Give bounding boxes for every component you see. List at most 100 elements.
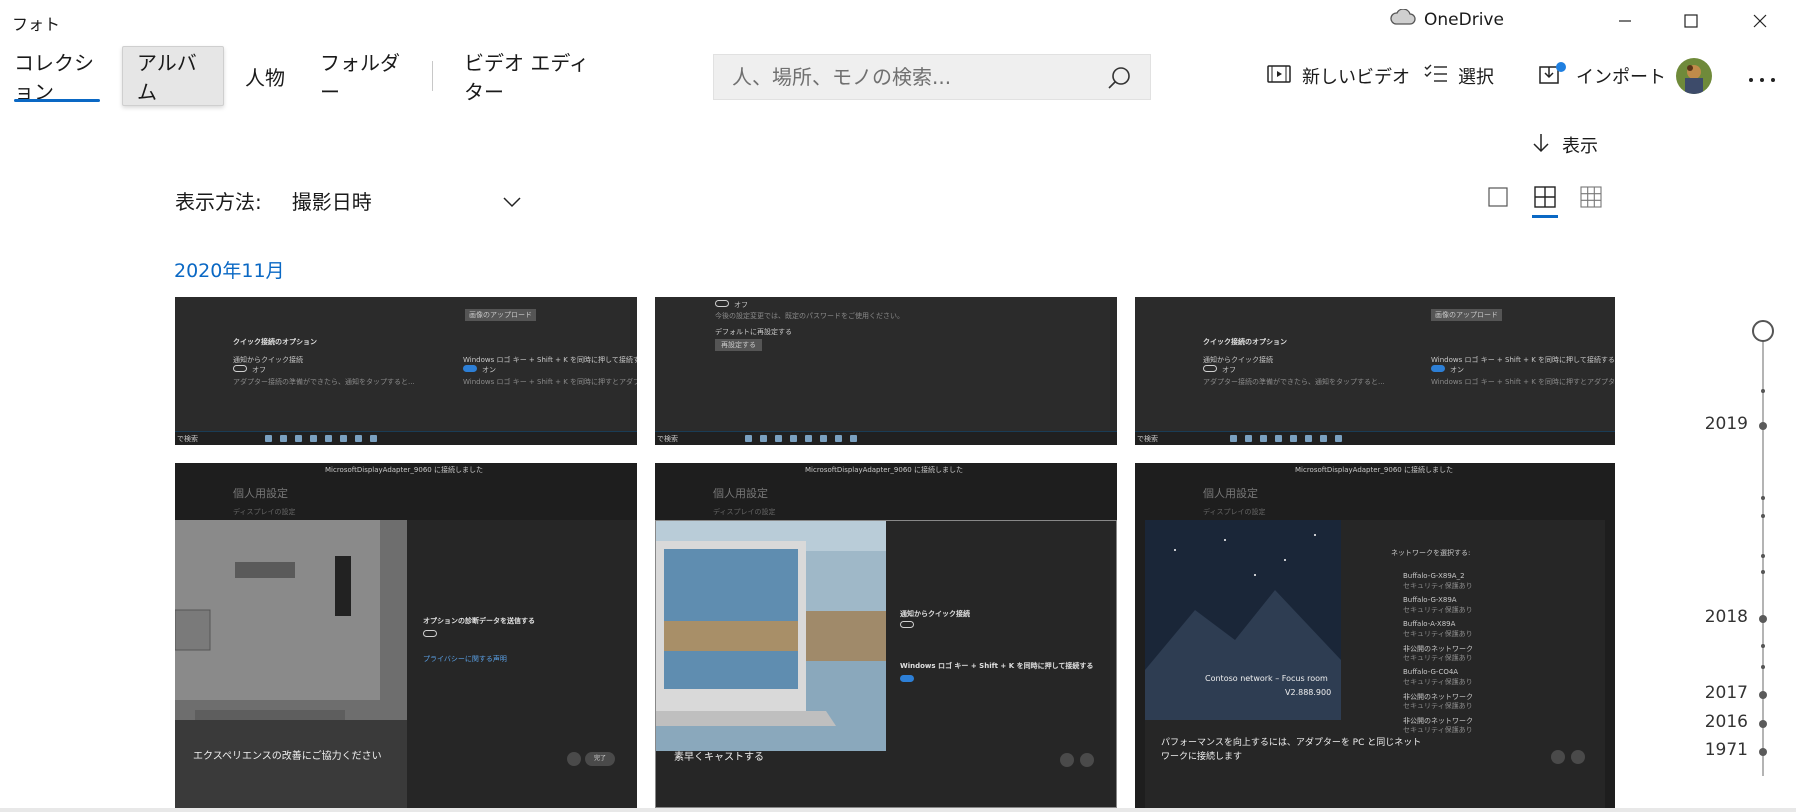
winkey-desc: Windows ロゴ キー + Shift + K を同時に押すとアダプターに接… [463,378,637,386]
onedrive-label: OneDrive [1424,9,1504,30]
photo-thumbnail[interactable]: MicrosoftDisplayAdapter_9060 に接続しました 個人用… [1135,463,1615,808]
notify-desc: アダプター接続の準備ができたら、通知をタップすると... [1203,378,1385,386]
timeline-tick [1761,644,1765,648]
select-button[interactable]: 選択 [1424,54,1494,98]
tab-collection[interactable]: コレクション [0,46,114,106]
bottom-edge [0,808,1796,812]
tab-album[interactable]: アルバム [122,46,224,106]
reset-desc: 今後の設定変更では、既定のパスワードをご使用ください。 [715,312,904,320]
prev-page-icon [1060,753,1074,767]
timeline-scrubber[interactable]: 2019 2018 2017 2016 1971 [1700,320,1796,780]
new-video-button[interactable]: 新しいビデオ [1266,54,1410,98]
monitor-back-image [175,520,407,808]
maximize-icon [1684,13,1698,32]
select-label: 選択 [1458,67,1494,88]
toggle-switch [715,300,729,307]
arrow-down-icon [1532,133,1550,158]
connected-banner: MicrosoftDisplayAdapter_9060 に接続しました [325,466,483,474]
tab-video-editor[interactable]: ビデオ エディター [450,46,610,106]
network-item-sub: セキュリティ保護あり [1403,582,1473,590]
privacy-link: プライバシーに関する声明 [423,655,507,663]
timeline-tick [1761,554,1765,558]
timeline-year-2017[interactable]: 2017 [1705,683,1748,703]
close-button[interactable] [1737,6,1783,38]
toggle-switch [463,365,477,372]
timeline-dot[interactable] [1759,720,1767,728]
display-settings: ディスプレイの設定 [1203,508,1266,516]
setup-dialog: エクスペリエンスの改善にご協力ください オプションの診断データを送信する オプシ… [175,520,637,808]
toggle-off-label: オフ [1222,366,1236,374]
timeline-tick [1761,570,1765,574]
reset-button-label: 再設定する [715,339,762,351]
network-item-sub: セキュリティ保護あり [1403,702,1473,710]
view-single-button[interactable] [1481,180,1515,218]
tab-label: 人物 [245,65,285,90]
photo-thumbnail[interactable]: 画像のアップロード クイック接続のオプション 通知からクイック接続 オフ アダプ… [175,297,637,445]
photo-thumbnail[interactable]: MicrosoftDisplayAdapter_9060 に接続しました 個人用… [175,463,637,808]
video-icon [1266,62,1292,91]
toggle-switch [423,630,437,637]
timeline-year-2019[interactable]: 2019 [1705,414,1748,434]
sort-dropdown[interactable]: 撮影日時 [292,186,502,215]
timeline-year-2016[interactable]: 2016 [1705,712,1748,732]
next-page-icon [1080,753,1094,767]
photo-thumbnail[interactable]: オフ 今後の設定変更では、既定のパスワードをご使用ください。 デフォルトに再設定… [655,297,1117,445]
minimize-icon [1618,13,1632,32]
show-button[interactable]: 表示 [1532,132,1598,158]
notify-desc: アダプター接続の準備ができたら、通知をタップすると... [233,378,415,386]
quick-connect-heading: クイック接続のオプション [1203,338,1287,346]
toggle-switch [900,675,914,682]
cloud-icon [1390,8,1416,30]
network-item-sub: セキュリティ保護あり [1403,678,1473,686]
timeline-dot[interactable] [1759,615,1767,623]
timeline-dot[interactable] [1759,691,1767,699]
network-item-sub: セキュリティ保護あり [1403,630,1473,638]
network-item: Buffalo-G-CO4A [1403,668,1459,676]
toggle-switch [1203,365,1217,372]
update-button-label: 画像のアップロード [1431,309,1502,321]
minimize-button[interactable] [1602,6,1648,38]
search-box[interactable] [713,54,1151,100]
view-medium-grid-button[interactable] [1528,180,1562,218]
toggle-off-label: オフ [734,301,748,309]
thumb3-caption-line2: ワークに接続します [1161,752,1243,762]
network-item-sub: セキュリティ保護あり [1403,654,1473,662]
chevron-down-icon[interactable] [502,189,522,213]
tab-people[interactable]: 人物 [230,46,300,106]
photo-thumbnail[interactable]: MicrosoftDisplayAdapter_9060 に接続しました 個人用… [655,463,1117,808]
new-video-label: 新しいビデオ [1302,67,1410,88]
top-navigation: コレクション アルバム 人物 フォルダー ビデオ エディター 新しいビデオ 選択… [0,46,1796,108]
tab-label: コレクション [14,51,94,104]
onedrive-button[interactable]: OneDrive [1390,8,1504,30]
import-label: インポート [1576,67,1666,88]
timeline-year-2018[interactable]: 2018 [1705,607,1748,627]
thumb1-heading: オプションの診断データを送信する [423,617,535,625]
timeline-tick [1761,389,1765,393]
timeline-dot[interactable] [1759,422,1767,430]
network-item-sub: セキュリティ保護あり [1403,726,1473,734]
timeline-year-1971[interactable]: 1971 [1705,740,1748,760]
toggle-switch [1431,365,1445,372]
winkey-label: Windows ロゴ キー + Shift + K を同時に押して接続する [1431,356,1615,364]
timeline-tick [1761,514,1765,518]
photo-thumbnail[interactable]: 画像のアップロード クイック接続のオプション 通知からクイック接続 オフ アダプ… [1135,297,1615,445]
taskbar: で検索 [175,431,637,445]
tab-folders[interactable]: フォルダー [306,46,420,106]
search-input[interactable] [714,55,1094,99]
timeline-current-indicator[interactable] [1752,320,1774,342]
done-button-label: 完了 [585,752,615,766]
more-options-button[interactable] [1744,58,1780,94]
network-item: Buffalo-G-X89A_2 [1403,572,1465,580]
view-small-grid-button[interactable] [1574,180,1608,218]
display-settings: ディスプレイの設定 [713,508,776,516]
timeline-dot[interactable] [1759,748,1767,756]
thumb2-caption: 素早くキャストする [674,752,764,763]
taskbar: で検索 [655,431,1117,445]
prev-page-icon [567,752,581,766]
maximize-button[interactable] [1668,6,1714,38]
search-icon[interactable] [1106,65,1132,95]
avatar[interactable] [1676,58,1712,94]
connected-banner: MicrosoftDisplayAdapter_9060 に接続しました [1295,466,1453,474]
import-button[interactable]: インポート [1538,54,1666,98]
show-label: 表示 [1562,136,1598,157]
